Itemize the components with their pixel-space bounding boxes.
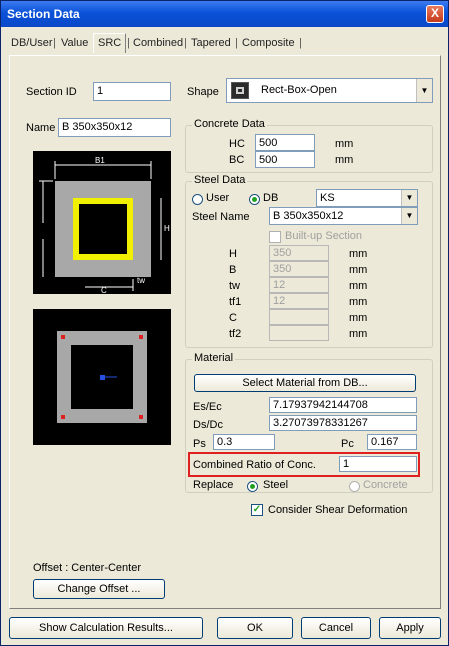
bc-unit: mm xyxy=(335,154,354,166)
chevron-down-icon[interactable]: ▼ xyxy=(401,208,417,224)
apply-button[interactable]: Apply xyxy=(379,617,441,639)
tab-composite[interactable]: Composite xyxy=(242,37,295,49)
dim-h-label: H xyxy=(229,248,237,260)
section-data-dialog: Section Data X DB/User | Value SRC | Com… xyxy=(0,0,449,646)
ps-input[interactable]: 0.3 xyxy=(213,434,275,450)
ok-button[interactable]: OK xyxy=(217,617,293,639)
dim-tf2-unit: mm xyxy=(349,328,368,340)
hc-unit: mm xyxy=(335,138,354,150)
ds-dc-label: Ds/Dc xyxy=(193,419,223,431)
dim-tf1-input[interactable]: 12 xyxy=(269,293,329,309)
dim-tw-unit: mm xyxy=(349,280,368,292)
dim-tf1-label: tf1 xyxy=(229,296,242,308)
es-ec-label: Es/Ec xyxy=(193,401,222,413)
bc-input[interactable]: 500 xyxy=(255,151,315,168)
dim-b-label: B xyxy=(229,264,237,276)
steel-name-select[interactable]: B 350x350x12 ▼ xyxy=(269,207,418,225)
section-id-input[interactable]: 1 xyxy=(93,82,171,101)
section-id-label: Section ID xyxy=(26,86,77,98)
chevron-down-icon[interactable]: ▼ xyxy=(401,190,417,206)
material-title: Material xyxy=(192,352,236,364)
db-radio[interactable] xyxy=(249,194,260,205)
es-ec-input[interactable]: 7.17937942144708 xyxy=(269,397,417,413)
dim-h-input[interactable]: 350 xyxy=(269,245,329,261)
cancel-button[interactable]: Cancel xyxy=(301,617,371,639)
tab-value[interactable]: Value xyxy=(61,37,88,49)
show-calculation-results-button[interactable]: Show Calculation Results... xyxy=(9,617,203,639)
steel-db-value: KS xyxy=(320,192,335,204)
name-label: Name xyxy=(26,122,56,134)
close-icon[interactable]: X xyxy=(426,5,444,23)
replace-label: Replace xyxy=(193,479,234,491)
dim-tf2-input[interactable] xyxy=(269,325,329,341)
tab-separator: | xyxy=(53,37,56,49)
dim-c-unit: mm xyxy=(349,312,368,324)
steel-name-label: Steel Name xyxy=(192,211,250,223)
ps-label: Ps xyxy=(193,438,206,450)
tab-separator: | xyxy=(127,37,130,49)
user-label: User xyxy=(206,192,230,204)
user-radio[interactable] xyxy=(192,194,203,205)
steel-data-title: Steel Data xyxy=(192,174,248,186)
section-shape-preview xyxy=(33,309,171,445)
pc-label: Pc xyxy=(341,438,354,450)
diagram-c-label: C xyxy=(101,286,107,294)
tab-separator: | xyxy=(235,37,238,49)
tab-combined[interactable]: Combined xyxy=(133,37,183,49)
concrete-data-title: Concrete Data xyxy=(192,118,267,130)
dim-tf1-unit: mm xyxy=(349,296,368,308)
replace-steel-radio[interactable] xyxy=(247,481,258,492)
chevron-down-icon[interactable]: ▼ xyxy=(416,79,432,102)
built-up-checkbox[interactable] xyxy=(269,231,281,243)
diagram-tw-label: tw xyxy=(137,276,145,285)
shape-select[interactable]: Rect-Box-Open ▼ xyxy=(226,78,433,103)
section-dimension-diagram: B1 H tw C xyxy=(33,151,171,295)
tab-src[interactable]: SRC xyxy=(93,33,127,53)
diagram-h-label: H xyxy=(164,224,170,233)
pc-input[interactable]: 0.167 xyxy=(367,434,417,450)
dim-h-unit: mm xyxy=(349,248,368,260)
tab-separator: | xyxy=(184,37,187,49)
replace-concrete-radio[interactable] xyxy=(349,481,360,492)
title-bar[interactable]: Section Data X xyxy=(1,1,448,27)
steel-name-value: B 350x350x12 xyxy=(273,210,344,222)
hc-label: HC xyxy=(229,138,245,150)
built-up-label: Built-up Section xyxy=(285,230,363,242)
replace-steel-label: Steel xyxy=(263,479,289,491)
dim-b-unit: mm xyxy=(349,264,368,276)
dim-c-label: C xyxy=(229,312,237,324)
dim-c-input[interactable] xyxy=(269,309,329,325)
shape-value: Rect-Box-Open xyxy=(261,84,337,96)
diagram-b1-label: B1 xyxy=(95,156,105,165)
steel-db-select[interactable]: KS ▼ xyxy=(316,189,418,207)
bc-label: BC xyxy=(229,154,245,166)
tab-tapered[interactable]: Tapered xyxy=(191,37,231,49)
tab-db-user[interactable]: DB/User xyxy=(11,37,53,49)
offset-label: Offset : Center-Center xyxy=(33,562,142,574)
rect-box-icon xyxy=(231,82,249,99)
dim-tf2-label: tf2 xyxy=(229,328,242,340)
shape-label: Shape xyxy=(187,86,219,98)
dim-b-input[interactable]: 350 xyxy=(269,261,329,277)
change-offset-button[interactable]: Change Offset ... xyxy=(33,579,165,599)
tab-bar: DB/User | Value SRC | Combined | Tapered… xyxy=(9,33,441,55)
tab-separator: | xyxy=(299,37,302,49)
replace-concrete-label: Concrete xyxy=(363,479,408,491)
db-label: DB xyxy=(263,192,279,204)
highlight-box xyxy=(188,452,420,477)
window-title: Section Data xyxy=(7,7,80,21)
dim-tw-input[interactable]: 12 xyxy=(269,277,329,293)
section-shape-svg xyxy=(57,331,147,423)
dim-tw-label: tw xyxy=(229,280,240,292)
hc-input[interactable]: 500 xyxy=(255,134,315,151)
ds-dc-input[interactable]: 3.27073978331267 xyxy=(269,415,417,431)
section-dimension-svg: B1 H tw C xyxy=(39,156,170,295)
shear-deformation-label: Consider Shear Deformation xyxy=(268,504,408,516)
shear-deformation-checkbox[interactable]: ✓ xyxy=(251,504,263,516)
name-input[interactable]: B 350x350x12 xyxy=(58,118,171,137)
select-material-button[interactable]: Select Material from DB... xyxy=(194,374,416,392)
